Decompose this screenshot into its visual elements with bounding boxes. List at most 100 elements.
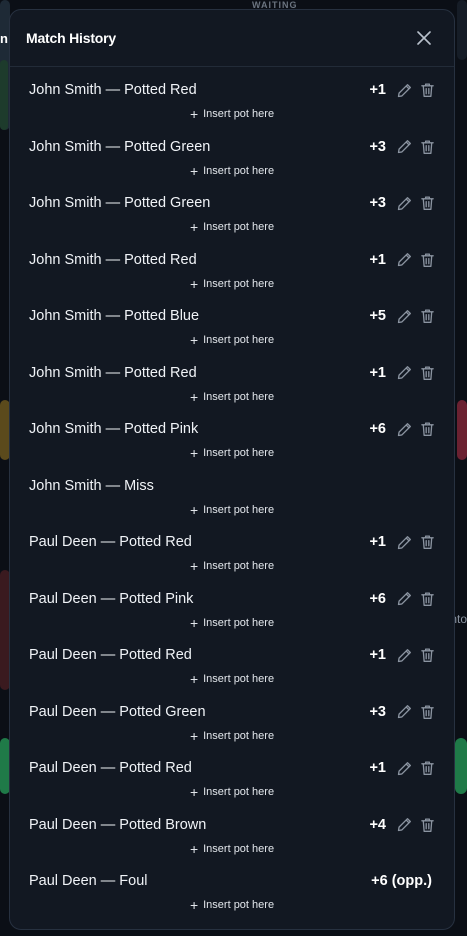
entry-actions: +4 xyxy=(369,816,435,834)
bg-card-left-green xyxy=(0,60,8,130)
delete-button[interactable] xyxy=(419,703,435,721)
trash-icon xyxy=(420,817,434,832)
edit-button[interactable] xyxy=(396,646,412,664)
insert-pot-button[interactable]: + Insert pot here xyxy=(10,840,454,858)
edit-button[interactable] xyxy=(396,138,412,156)
entry-description: John Smith — Potted Pink xyxy=(29,421,199,437)
history-entry-row: Paul Deen — Potted Pink +6 xyxy=(29,586,435,612)
edit-button[interactable] xyxy=(396,81,412,99)
entry-description: John Smith — Potted Red xyxy=(29,251,197,268)
history-entry-row: Paul Deen — Potted Red +1 xyxy=(29,642,435,668)
insert-pot-label: Insert pot here xyxy=(203,108,275,120)
delete-button[interactable] xyxy=(419,194,435,212)
entry-actions: +1 xyxy=(369,759,435,777)
trash-icon xyxy=(420,704,434,719)
history-entry: Paul Deen — Potted Brown +4 + Insert pot… xyxy=(10,812,454,869)
delete-button[interactable] xyxy=(419,138,435,156)
insert-pot-button[interactable]: + Insert pot here xyxy=(10,218,454,236)
delete-button[interactable] xyxy=(419,816,435,834)
plus-icon: + xyxy=(189,840,199,857)
entry-points: +4 xyxy=(369,816,386,833)
insert-pot-label: Insert pot here xyxy=(203,842,275,855)
insert-pot-button[interactable]: + Insert pot here xyxy=(10,670,454,688)
insert-pot-button[interactable]: + Insert pot here xyxy=(10,388,454,406)
entry-actions: +3 xyxy=(369,703,435,721)
insert-pot-label: Insert pot here xyxy=(203,899,275,911)
history-entry: John Smith — Potted Red +1 + Insert pot … xyxy=(10,360,454,417)
delete-button[interactable] xyxy=(419,364,435,382)
history-entry-row: Paul Deen — Potted Green +3 xyxy=(29,699,435,725)
entry-actions: +6 xyxy=(369,420,435,438)
entry-points: +3 xyxy=(369,195,386,211)
entry-actions: +3 xyxy=(369,138,435,156)
insert-pot-button[interactable]: + Insert pot here xyxy=(10,896,454,914)
entry-description: John Smith — Potted Red xyxy=(29,82,197,98)
edit-button[interactable] xyxy=(396,533,412,551)
entry-description: Paul Deen — Potted Brown xyxy=(29,816,207,833)
delete-button[interactable] xyxy=(419,533,435,551)
entry-actions: +1 xyxy=(369,81,435,99)
pencil-icon xyxy=(397,535,411,549)
insert-pot-button[interactable]: + Insert pot here xyxy=(10,614,454,632)
delete-button[interactable] xyxy=(419,307,435,325)
pencil-icon xyxy=(397,818,411,832)
insert-pot-button[interactable]: + Insert pot here xyxy=(10,331,454,349)
entry-points: +1 xyxy=(369,534,386,550)
close-button[interactable] xyxy=(412,26,436,50)
history-entry: Paul Deen — Potted Red +1 + Insert pot h… xyxy=(10,642,454,699)
edit-button[interactable] xyxy=(396,703,412,721)
history-entry: John Smith — Potted Red +1 + Insert pot … xyxy=(10,77,454,134)
edit-button[interactable] xyxy=(396,759,412,777)
delete-button[interactable] xyxy=(419,590,435,608)
plus-icon: + xyxy=(189,558,199,574)
insert-pot-label: Insert pot here xyxy=(203,729,275,742)
delete-button[interactable] xyxy=(419,420,435,438)
insert-pot-button[interactable]: + Insert pot here xyxy=(10,275,454,293)
edit-button[interactable] xyxy=(396,364,412,382)
history-entry-row: John Smith — Potted Green +3 xyxy=(29,134,435,160)
insert-pot-label: Insert pot here xyxy=(203,503,275,516)
insert-pot-label: Insert pot here xyxy=(203,277,275,290)
edit-button[interactable] xyxy=(396,251,412,269)
trash-icon xyxy=(420,591,434,606)
history-entry: Paul Deen — Potted Green +3 + Insert pot… xyxy=(10,699,454,756)
edit-button[interactable] xyxy=(396,194,412,212)
insert-pot-button[interactable]: + Insert pot here xyxy=(10,162,454,180)
plus-icon: + xyxy=(189,897,199,913)
entry-description: Paul Deen — Potted Red xyxy=(29,760,192,776)
entry-actions: +1 xyxy=(369,646,435,664)
insert-pot-button[interactable]: + Insert pot here xyxy=(10,783,454,801)
delete-button[interactable] xyxy=(419,81,435,99)
insert-pot-button[interactable]: + Insert pot here xyxy=(10,105,454,123)
insert-pot-button[interactable]: + Insert pot here xyxy=(10,501,454,519)
modal-title: Match History xyxy=(26,30,116,46)
edit-button[interactable] xyxy=(396,816,412,834)
delete-button[interactable] xyxy=(419,251,435,269)
delete-button[interactable] xyxy=(419,646,435,664)
plus-icon: + xyxy=(189,275,199,292)
delete-button[interactable] xyxy=(419,759,435,777)
entry-actions: +5 xyxy=(369,307,435,325)
edit-button[interactable] xyxy=(396,420,412,438)
insert-pot-button[interactable]: + Insert pot here xyxy=(10,444,454,462)
history-entry: John Smith — Potted Green +3 + Insert po… xyxy=(10,190,454,247)
history-entry-row: John Smith — Potted Red +1 xyxy=(29,247,435,273)
history-list: John Smith — Potted Red +1 + Insert pot … xyxy=(10,67,454,925)
plus-icon: + xyxy=(189,671,199,687)
insert-pot-label: Insert pot here xyxy=(203,334,275,346)
edit-button[interactable] xyxy=(396,590,412,608)
entry-description: John Smith — Potted Green xyxy=(29,195,211,211)
insert-pot-button[interactable]: + Insert pot here xyxy=(10,557,454,575)
trash-icon xyxy=(420,422,434,436)
entry-actions: +6 xyxy=(369,590,435,608)
history-entry: Paul Deen — Potted Red +1 + Insert pot h… xyxy=(10,755,454,812)
trash-icon xyxy=(420,535,434,549)
history-entry: Paul Deen — Foul +6 (opp.) + Insert pot … xyxy=(10,868,454,925)
entry-description: John Smith — Potted Red xyxy=(29,364,197,381)
trash-icon xyxy=(420,139,434,154)
insert-pot-button[interactable]: + Insert pot here xyxy=(10,727,454,745)
entry-description: John Smith — Potted Blue xyxy=(29,308,200,324)
plus-icon: + xyxy=(189,332,199,348)
history-entry-row: John Smith — Potted Blue +5 xyxy=(29,303,435,329)
edit-button[interactable] xyxy=(396,307,412,325)
